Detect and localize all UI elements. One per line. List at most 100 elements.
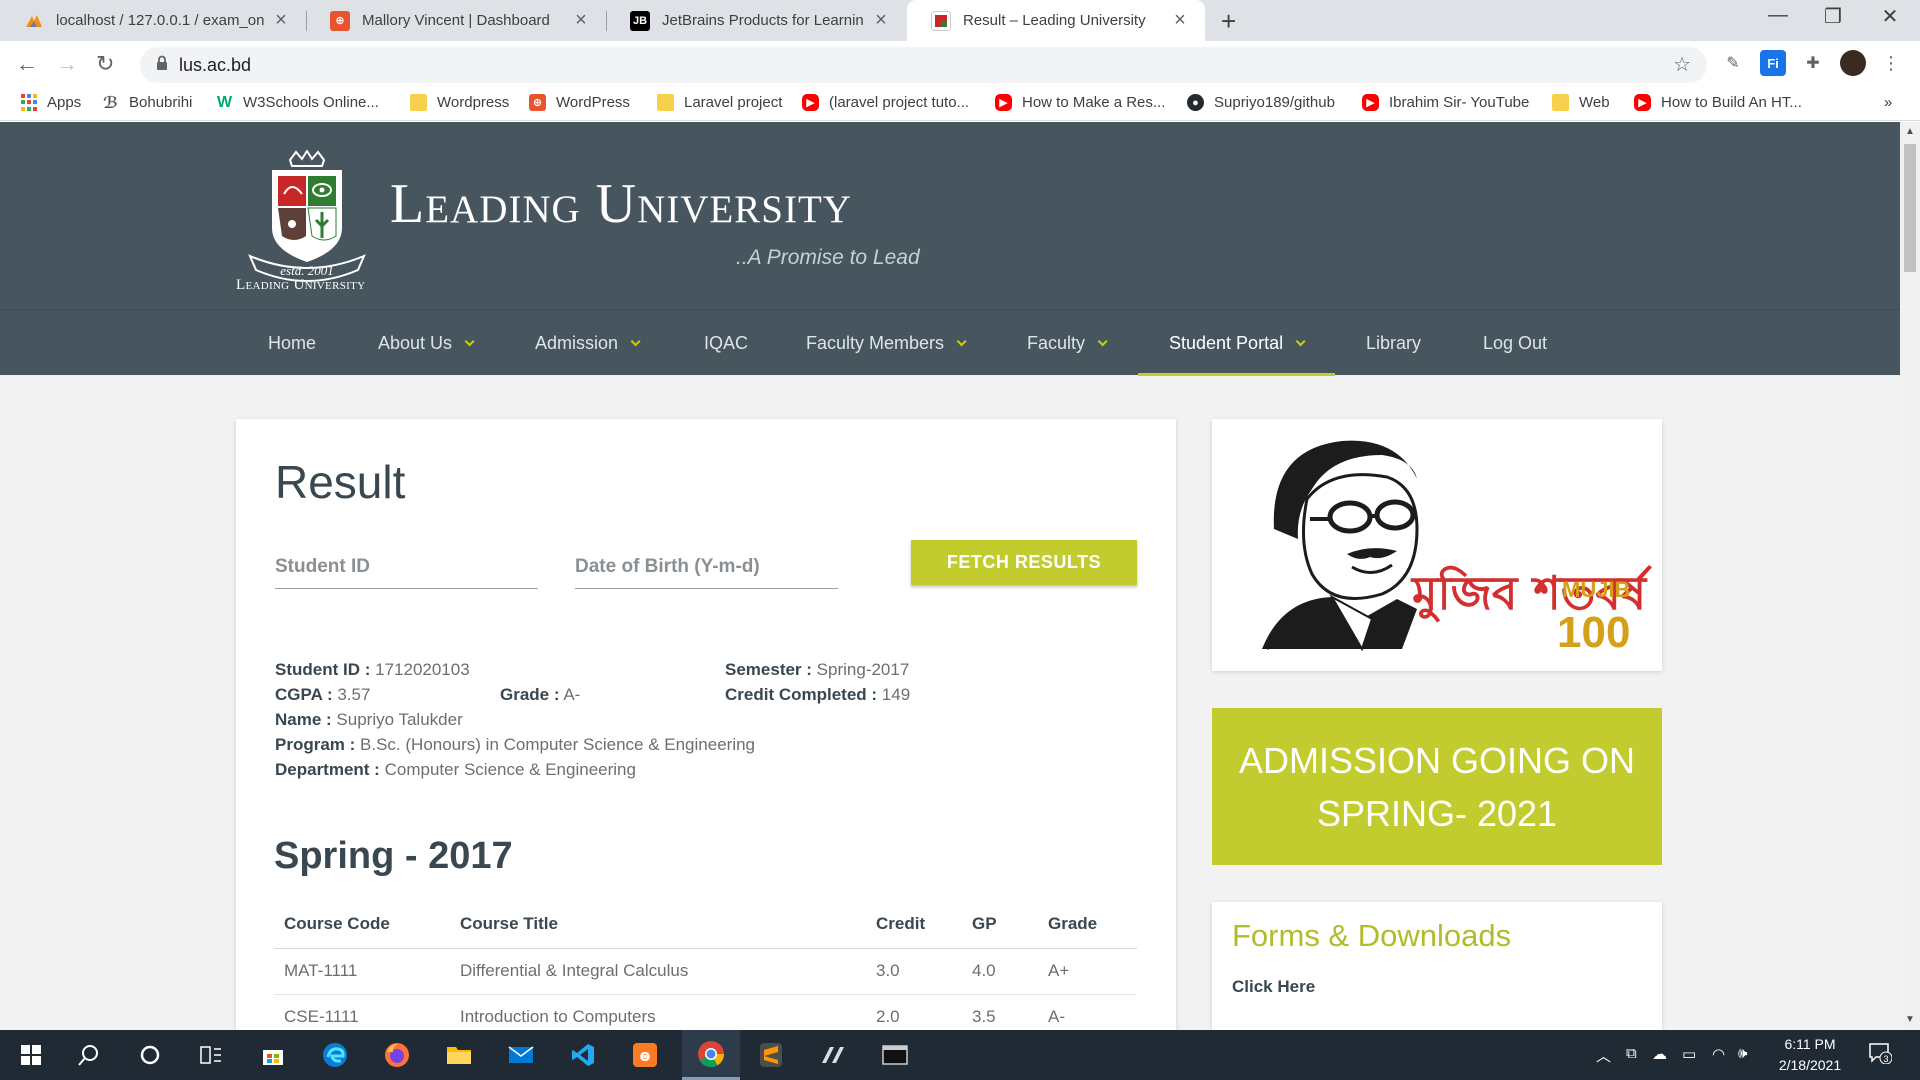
lock-icon [157, 55, 167, 70]
terminal-icon[interactable] [870, 1030, 920, 1080]
scroll-down-arrow-icon[interactable]: ▼ [1905, 1014, 1915, 1025]
nav-iqac[interactable]: IQAC [704, 310, 748, 376]
profile-avatar[interactable] [1840, 50, 1866, 76]
tab-jetbrains[interactable]: JB JetBrains Products for Learning × [606, 0, 906, 41]
student-id-value: 1712020103 [375, 660, 470, 679]
xampp-icon[interactable]: ꙩ [620, 1030, 670, 1080]
close-icon[interactable]: × [572, 9, 590, 32]
fetch-results-button[interactable]: FETCH RESULTS [911, 540, 1137, 585]
extensions-puzzle-icon[interactable]: ✚ [1800, 50, 1826, 76]
nav-label: Faculty Members [806, 332, 945, 353]
meet-now-icon[interactable]: ⧉ [1626, 1045, 1637, 1062]
youtube-icon: ▶ [1634, 94, 1651, 111]
bookmark-label: (laravel project tuto... [829, 94, 970, 111]
wifi-icon[interactable]: ◠ [1712, 1045, 1725, 1063]
bookmark-item[interactable]: ⊕ WordPress [529, 94, 630, 111]
windows-start-icon[interactable] [6, 1030, 56, 1080]
close-icon[interactable]: × [872, 9, 890, 32]
onedrive-cloud-icon[interactable]: ☁ [1652, 1045, 1667, 1063]
task-view-icon[interactable] [186, 1030, 236, 1080]
bookmark-label: Laravel project [684, 94, 783, 111]
table-row: CSE-1111 Introduction to Computers 2.0 3… [274, 994, 1137, 1030]
edge-icon[interactable] [310, 1030, 360, 1080]
nav-library[interactable]: Library [1366, 310, 1421, 376]
nav-faculty-members[interactable]: Faculty Members [806, 310, 967, 376]
back-arrow-icon[interactable]: ← [16, 51, 38, 77]
tab-dashboard[interactable]: ⊕ Mallory Vincent | Dashboard × [306, 0, 606, 41]
window-close-icon[interactable]: ✕ [1860, 4, 1920, 29]
bookmark-item[interactable]: ▶ Ibrahim Sir- YouTube [1362, 94, 1529, 111]
bookmark-apps[interactable]: Apps [20, 94, 81, 111]
bookmark-item[interactable]: ℬ Bohubrihi [102, 94, 193, 112]
mail-icon[interactable] [496, 1030, 546, 1080]
chevron-down-icon [630, 335, 641, 346]
bookmark-folder[interactable]: Wordpress [410, 94, 509, 111]
university-name[interactable]: Leading University [390, 172, 852, 236]
bookmark-item[interactable]: ▶ How to Build An HT... [1634, 94, 1802, 111]
info-label: Semester : [725, 660, 812, 679]
bookmarks-overflow-button[interactable]: » [1884, 94, 1892, 111]
windows-taskbar: ꙩ ︿ ⧉ ☁ ▭ ◠ 🕪 6:11 PM 2/18/2021 3 [0, 1030, 1920, 1080]
tab-phpmyadmin[interactable]: localhost / 127.0.0.1 / exam_onli × [0, 0, 306, 41]
bookmark-folder[interactable]: Web [1552, 94, 1610, 111]
close-icon[interactable]: × [272, 9, 290, 32]
tab-result-active[interactable]: Result – Leading University × [907, 0, 1205, 41]
close-icon[interactable]: × [1171, 9, 1189, 32]
address-bar[interactable]: lus.ac.bd ☆ [140, 47, 1707, 83]
youtube-icon: ▶ [995, 94, 1012, 111]
bookmarks-bar: Apps ℬ Bohubrihi W W3Schools Online... W… [0, 88, 1920, 121]
column-header: GP [962, 901, 1038, 949]
system-clock[interactable]: 6:11 PM 2/18/2021 [1760, 1034, 1860, 1076]
menu-kebab-icon[interactable]: ⋮ [1878, 50, 1904, 76]
editor-app-icon[interactable] [808, 1030, 858, 1080]
student-id-input[interactable] [275, 545, 538, 589]
bookmark-item[interactable]: ▶ (laravel project tuto... [802, 94, 969, 111]
tray-overflow-chevron-icon[interactable]: ︿ [1596, 1045, 1611, 1066]
info-label: Student ID : [275, 660, 371, 679]
page-scrollbar[interactable]: ▲ ▼ [1900, 122, 1920, 1030]
scrollbar-thumb[interactable] [1904, 144, 1916, 272]
column-header: Grade [1038, 901, 1137, 949]
cortana-icon[interactable] [125, 1030, 175, 1080]
bookmark-label: Bohubrihi [129, 94, 193, 111]
nav-home[interactable]: Home [268, 310, 316, 376]
firefox-icon[interactable] [372, 1030, 422, 1080]
forward-arrow-icon[interactable]: → [56, 51, 78, 77]
bookmark-item[interactable]: W W3Schools Online... [216, 94, 379, 112]
logo-estd-text: estd. 2001 [280, 263, 333, 278]
nav-admission[interactable]: Admission [535, 310, 641, 376]
nav-faculty[interactable]: Faculty [1027, 310, 1108, 376]
bookmark-star-icon[interactable]: ☆ [1673, 52, 1691, 77]
nav-log-out[interactable]: Log Out [1483, 310, 1547, 376]
volume-icon[interactable]: 🕪 [1738, 1045, 1747, 1062]
vscode-icon[interactable] [558, 1030, 608, 1080]
store-icon[interactable] [248, 1030, 298, 1080]
eyedropper-extension-icon[interactable]: ✎ [1720, 50, 1746, 76]
bookmark-item[interactable]: ▶ How to Make a Res... [995, 94, 1165, 111]
university-crest-logo[interactable]: estd. 2001 [232, 150, 382, 290]
mujib-100-banner[interactable]: মুজিব শতবর্ষ MUJIB 100 [1212, 419, 1662, 671]
restore-icon[interactable]: ❐ [1803, 4, 1863, 29]
reload-icon[interactable]: ↻ [96, 51, 114, 77]
bookmark-folder[interactable]: Laravel project [657, 94, 782, 111]
chrome-icon[interactable] [682, 1030, 740, 1080]
scroll-up-arrow-icon[interactable]: ▲ [1905, 126, 1915, 137]
admission-banner[interactable]: ADMISSION GOING ON SPRING- 2021 [1212, 708, 1662, 865]
file-explorer-icon[interactable] [434, 1030, 484, 1080]
info-label: Department : [275, 760, 380, 779]
date-of-birth-input[interactable] [575, 545, 838, 589]
notification-center-icon[interactable]: 3 [1868, 1042, 1893, 1068]
bookmark-item[interactable]: ● Supriyo189/github [1187, 94, 1335, 111]
mujib-100-illustration: মুজিব শতবর্ষ MUJIB 100 [1262, 440, 1653, 657]
fi-extension-icon[interactable]: Fi [1760, 50, 1786, 76]
semester-value: Spring-2017 [816, 660, 910, 679]
nav-student-portal[interactable]: Student Portal [1169, 310, 1306, 376]
bookmark-label: Ibrahim Sir- YouTube [1389, 94, 1530, 111]
new-tab-button[interactable]: + [1221, 6, 1236, 37]
search-icon[interactable] [64, 1030, 114, 1080]
battery-icon[interactable]: ▭ [1682, 1045, 1696, 1063]
nav-about-us[interactable]: About Us [378, 310, 475, 376]
minimize-icon[interactable]: — [1748, 4, 1808, 27]
forms-click-here-link[interactable]: Click Here [1232, 977, 1315, 997]
sublime-text-icon[interactable] [746, 1030, 796, 1080]
